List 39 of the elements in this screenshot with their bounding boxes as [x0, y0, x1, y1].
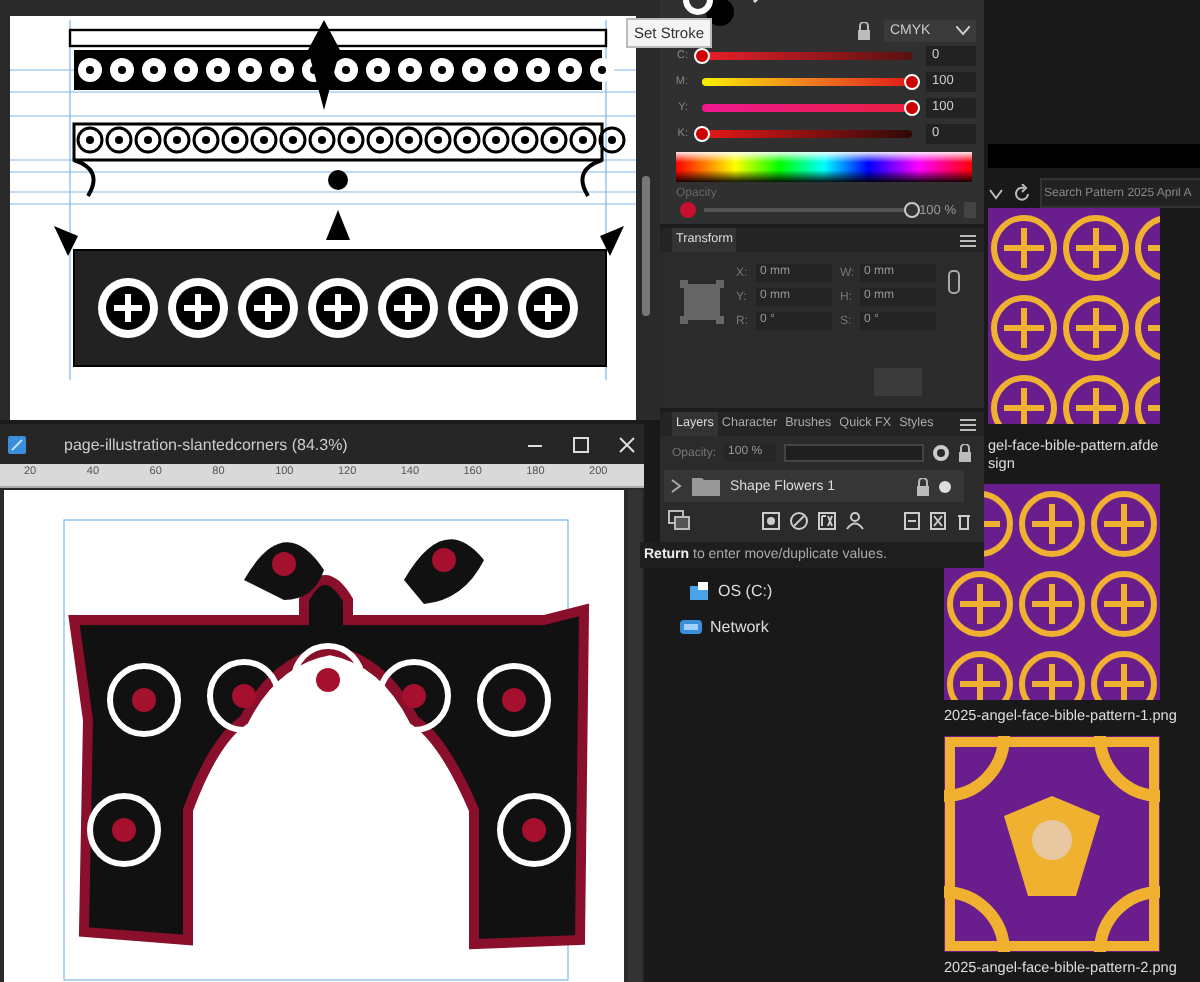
ornament-drawing[interactable]: [54, 20, 626, 367]
network-icon: [680, 616, 702, 638]
chevron-down-icon: [988, 185, 1004, 201]
opacity-swatch-icon: [680, 202, 696, 218]
mask-icon: [762, 511, 780, 529]
window-title: page-illustration-slantedcorners (84.3%): [62, 435, 350, 453]
visibility-dot-icon: [938, 479, 952, 493]
folder-icon: [690, 474, 722, 498]
anchor-grid-icon: [680, 280, 724, 324]
chevron-down-icon: [956, 25, 970, 35]
effects-icon: [818, 511, 836, 529]
pattern-thumbnail[interactable]: [944, 484, 1160, 700]
gear-icon: [932, 444, 950, 462]
maximize-icon: [572, 435, 590, 453]
document-icon: [6, 433, 28, 455]
menu-icon: [960, 233, 976, 247]
delete-icon: [930, 511, 946, 529]
scrollbar[interactable]: [628, 490, 642, 982]
add-layer-icon: [904, 511, 920, 529]
arch-ornament-drawing[interactable]: [69, 539, 589, 949]
refresh-icon: [1012, 183, 1032, 203]
lock-icon: [916, 477, 930, 495]
layers-icon: [668, 510, 690, 530]
nav-item-label[interactable]: OS (C:): [718, 582, 773, 600]
trash-icon: [956, 511, 972, 529]
drive-icon: [688, 580, 710, 602]
pattern-thumbnail[interactable]: [988, 208, 1160, 430]
pattern-thumbnail[interactable]: [944, 736, 1160, 952]
color-spectrum[interactable]: [676, 152, 972, 182]
scrollbar-thumb[interactable]: [642, 176, 650, 316]
lock-icon: [958, 444, 972, 462]
adjustment-icon: [790, 511, 808, 529]
nav-item-label[interactable]: Network: [710, 618, 769, 636]
lock-icon: [856, 21, 872, 39]
close-icon: [618, 435, 636, 453]
link-icon: [948, 270, 960, 294]
people-icon: [846, 511, 864, 529]
menu-icon: [960, 417, 976, 431]
slider-thumb[interactable]: [903, 202, 920, 218]
